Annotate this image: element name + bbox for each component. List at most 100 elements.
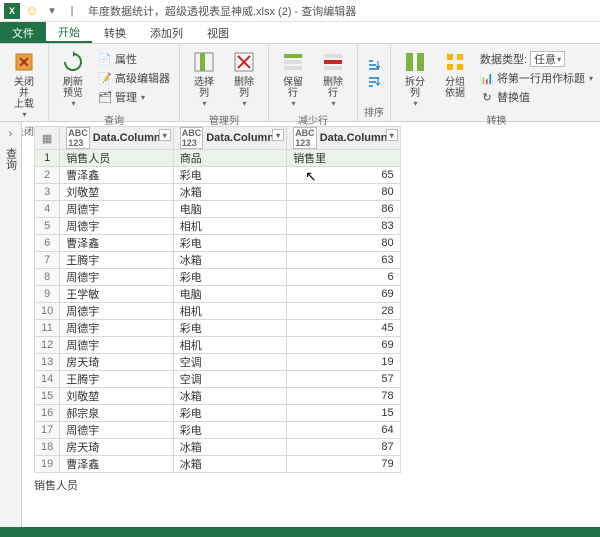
cell[interactable]: 王学敏 (60, 286, 173, 303)
cell[interactable]: 79 (287, 456, 400, 473)
row-number[interactable]: 5 (35, 218, 60, 235)
manage-button[interactable]: 🗂管理▾ (95, 88, 173, 106)
cell[interactable]: 电脑 (173, 201, 286, 218)
cell[interactable]: 45 (287, 320, 400, 337)
table-row[interactable]: 19 曹泽鑫 冰箱 79 (35, 456, 401, 473)
cell[interactable]: 69 (287, 337, 400, 354)
cell[interactable]: 19 (287, 354, 400, 371)
row-number[interactable]: 14 (35, 371, 60, 388)
sidebar-expand-icon[interactable]: › (9, 128, 13, 140)
cell[interactable]: 曹泽鑫 (60, 235, 173, 252)
cell[interactable]: 80 (287, 184, 400, 201)
row-number[interactable]: 13 (35, 354, 60, 371)
table-row[interactable]: 5 周德宇 相机 83 (35, 218, 401, 235)
keep-rows-button[interactable]: 保留行▾ (275, 46, 311, 110)
cell[interactable]: 78 (287, 388, 400, 405)
cell[interactable]: 周德宇 (60, 337, 173, 354)
cell[interactable]: 86 (287, 201, 400, 218)
tab-addcolumn[interactable]: 添加列 (138, 22, 195, 43)
table-row[interactable]: 8 周德宇 彩电 6 (35, 269, 401, 286)
sort-desc-button[interactable] (364, 75, 384, 91)
cell[interactable]: 相机 (173, 337, 286, 354)
cell[interactable]: 刘敬堃 (60, 184, 173, 201)
corner-cell[interactable]: ▦ (35, 127, 60, 150)
cell[interactable]: 彩电 (173, 405, 286, 422)
replace-values-button[interactable]: ↻替换值 (477, 88, 596, 106)
cell[interactable]: 销售人员 (60, 150, 173, 167)
row-number[interactable]: 15 (35, 388, 60, 405)
smiley-icon[interactable]: ☺ (24, 3, 40, 19)
filter-icon[interactable]: ▾ (159, 129, 171, 141)
tab-transform[interactable]: 转换 (92, 22, 138, 43)
cell[interactable]: 周德宇 (60, 320, 173, 337)
cell[interactable]: 周德宇 (60, 218, 173, 235)
cell[interactable]: 周德宇 (60, 269, 173, 286)
cell[interactable]: 冰箱 (173, 184, 286, 201)
tab-home[interactable]: 开始 (46, 22, 92, 43)
row-number[interactable]: 10 (35, 303, 60, 320)
select-cols-button[interactable]: 选择列▾ (186, 46, 222, 110)
cell[interactable]: 冰箱 (173, 456, 286, 473)
table-row[interactable]: 15 刘敬堃 冰箱 78 (35, 388, 401, 405)
refresh-preview-button[interactable]: 刷新预览▾ (55, 46, 91, 110)
cell[interactable]: 相机 (173, 303, 286, 320)
cell[interactable]: 空调 (173, 354, 286, 371)
table-row[interactable]: 6 曹泽鑫 彩电 80 (35, 235, 401, 252)
data-type-row[interactable]: 数据类型:任意 ▾ (477, 50, 596, 68)
row-number[interactable]: 3 (35, 184, 60, 201)
split-cols-button[interactable]: 拆分列▾ (397, 46, 433, 110)
tab-view[interactable]: 视图 (195, 22, 241, 43)
first-row-header-button[interactable]: 📊将第一行用作标题▾ (477, 69, 596, 87)
row-number[interactable]: 12 (35, 337, 60, 354)
table-row[interactable]: 3 刘敬堃 冰箱 80 (35, 184, 401, 201)
data-type-combo[interactable]: 任意 ▾ (530, 51, 565, 67)
table-row[interactable]: 17 周德宇 彩电 64 (35, 422, 401, 439)
cell[interactable]: 冰箱 (173, 388, 286, 405)
col-header-3[interactable]: ABC123Data.Column3 ▾ (287, 127, 400, 150)
cell[interactable]: 曹泽鑫 (60, 167, 173, 184)
properties-button[interactable]: 📄属性 (95, 50, 173, 68)
cell[interactable]: 冰箱 (173, 252, 286, 269)
row-number[interactable]: 9 (35, 286, 60, 303)
table-row[interactable]: 12 周德宇 相机 69 (35, 337, 401, 354)
sort-asc-button[interactable] (364, 58, 384, 74)
row-number[interactable]: 16 (35, 405, 60, 422)
cell[interactable]: 彩电 (173, 320, 286, 337)
cell[interactable]: 周德宇 (60, 303, 173, 320)
table-row[interactable]: 7 王腾宇 冰箱 63 (35, 252, 401, 269)
qat-dropdown-icon[interactable]: ▾ (44, 3, 60, 19)
cell[interactable]: 65 (287, 167, 400, 184)
col-header-2[interactable]: ABC123Data.Column2 ▾ (173, 127, 286, 150)
tab-file[interactable]: 文件 (0, 22, 46, 43)
cell[interactable]: 87 (287, 439, 400, 456)
cell[interactable]: 彩电 (173, 269, 286, 286)
row-number[interactable]: 18 (35, 439, 60, 456)
table-row[interactable]: 13 房天琦 空调 19 (35, 354, 401, 371)
cell[interactable]: 64 (287, 422, 400, 439)
cell[interactable]: 刘敬堃 (60, 388, 173, 405)
row-number[interactable]: 7 (35, 252, 60, 269)
close-upload-button[interactable]: 关闭并上载▾ (6, 46, 42, 121)
row-number[interactable]: 1 (35, 150, 60, 167)
cell[interactable]: 房天琦 (60, 439, 173, 456)
cell[interactable]: 冰箱 (173, 439, 286, 456)
cell[interactable]: 6 (287, 269, 400, 286)
remove-rows-button[interactable]: 删除行▾ (315, 46, 351, 110)
cell[interactable]: 电脑 (173, 286, 286, 303)
cell[interactable]: 15 (287, 405, 400, 422)
cell[interactable]: 相机 (173, 218, 286, 235)
table-row[interactable]: 16 郝宗泉 彩电 15 (35, 405, 401, 422)
cell[interactable]: 周德宇 (60, 422, 173, 439)
cell[interactable]: 80 (287, 235, 400, 252)
filter-icon[interactable]: ▾ (386, 129, 398, 141)
table-row[interactable]: 4 周德宇 电脑 86 (35, 201, 401, 218)
row-number[interactable]: 4 (35, 201, 60, 218)
cell[interactable]: 彩电 (173, 422, 286, 439)
table-row[interactable]: 10 周德宇 相机 28 (35, 303, 401, 320)
cell[interactable]: 王腾宇 (60, 252, 173, 269)
table-row[interactable]: 14 王腾宇 空调 57 (35, 371, 401, 388)
cell[interactable]: 曹泽鑫 (60, 456, 173, 473)
row-number[interactable]: 19 (35, 456, 60, 473)
row-number[interactable]: 17 (35, 422, 60, 439)
cell[interactable]: 63 (287, 252, 400, 269)
